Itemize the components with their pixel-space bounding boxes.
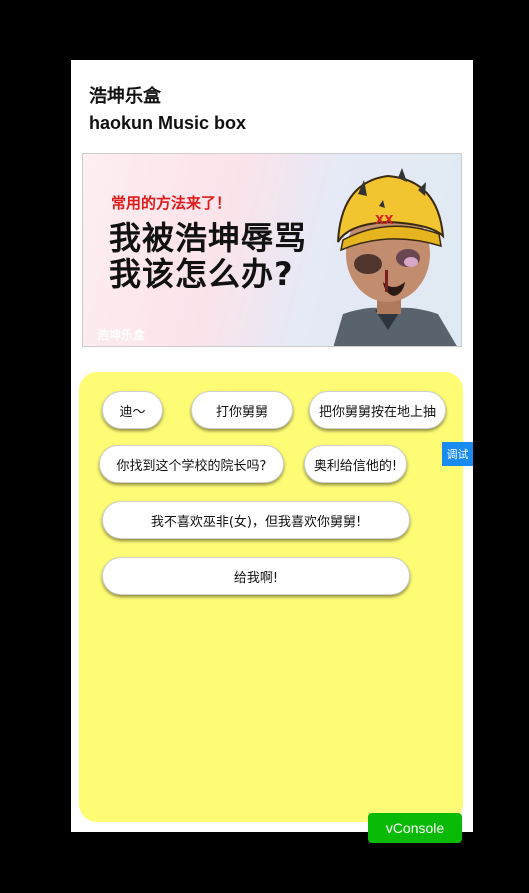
banner-image: 常用的方法来了！ 我被浩坤辱骂我该怎么办? 浩坤乐盒 XX xyxy=(82,153,462,347)
sound-button-label: 你找到这个学校的院长吗? xyxy=(116,458,267,474)
sound-button-aoligei[interactable]: 奥利给信他的! xyxy=(304,445,407,483)
sound-button-label: 我不喜欢巫非(女)，但我喜欢你舅舅! xyxy=(150,514,362,530)
man-in-helmet-illustration: XX xyxy=(333,168,457,346)
banner-watermark: 浩坤乐盒 xyxy=(97,328,146,342)
sound-button-label: 奥利给信他的! xyxy=(313,458,398,474)
banner-tag: 常用的方法来了！ xyxy=(111,194,232,212)
sound-button-hit-uncle[interactable]: 打你舅舅 xyxy=(191,391,293,429)
sound-button-pin-uncle[interactable]: 把你舅舅按在地上抽 xyxy=(309,391,446,429)
sound-button-witch[interactable]: 我不喜欢巫非(女)，但我喜欢你舅舅! xyxy=(102,501,410,539)
sound-button-label: 把你舅舅按在地上抽 xyxy=(318,404,436,420)
sound-button-di[interactable]: 迪～ xyxy=(102,391,163,429)
sound-button-give-me[interactable]: 给我啊! xyxy=(102,557,410,595)
page-title: 浩坤乐盒 xyxy=(89,86,161,107)
sound-button-label: 打你舅舅 xyxy=(215,404,268,420)
music-button-panel xyxy=(79,372,463,822)
sound-button-label: 迪～ xyxy=(119,404,146,420)
vconsole-button[interactable]: vConsole xyxy=(368,813,462,843)
banner-headline: 我被浩坤辱骂我该怎么办? xyxy=(109,219,308,293)
page-subtitle: haokun Music box xyxy=(89,113,247,133)
sound-button-label: 给我啊! xyxy=(233,570,279,586)
debug-tab[interactable]: 调试 xyxy=(442,442,473,466)
helmet-logo-text: XX xyxy=(375,213,394,227)
sound-button-principal[interactable]: 你找到这个学校的院长吗? xyxy=(99,445,284,483)
